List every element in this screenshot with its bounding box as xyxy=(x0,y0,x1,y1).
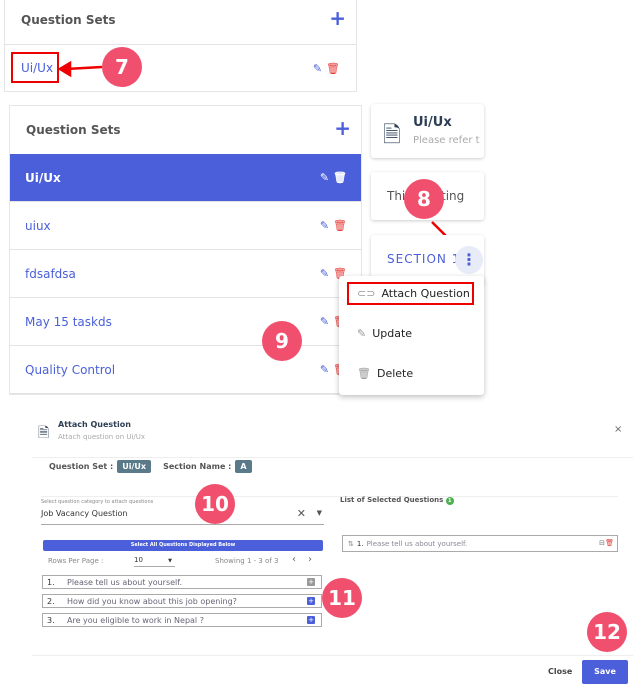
chevron-down-icon[interactable]: ▼ xyxy=(317,509,322,517)
card-subtitle: Please refer t xyxy=(413,135,480,146)
category-select[interactable]: Job Vacancy Question ✕ ▼ xyxy=(41,507,324,525)
question-set-label: Question Set : xyxy=(49,462,114,471)
question-text: Are you eligible to work in Nepal ? xyxy=(67,615,204,625)
question-number: 1. xyxy=(356,539,364,548)
chevron-down-icon: ▼ xyxy=(168,558,172,564)
panel-title: Question Sets xyxy=(26,123,121,137)
count-badge: 1 xyxy=(445,497,454,505)
pagination-status: Showing 1 - 3 of 3 xyxy=(215,557,279,565)
step-badge-7: 7 xyxy=(102,47,142,87)
selected-question-item[interactable]: ⇅ 1. Please tell us about yourself. ⊟ 🗑 xyxy=(342,535,618,552)
section-title: SECTION 1 xyxy=(387,252,461,266)
kebab-menu-icon[interactable]: ⋮ xyxy=(455,246,483,274)
trash-icon[interactable]: 🗑 xyxy=(333,219,347,232)
question-text: Please tell us about yourself. xyxy=(366,539,468,548)
step-badge-12: 12 xyxy=(587,612,627,652)
trash-icon[interactable]: 🗑 xyxy=(333,171,347,184)
set-label: May 15 taskds xyxy=(25,314,112,329)
collapse-icon[interactable]: ⊟ xyxy=(599,539,605,547)
select-all-button[interactable]: Select All Questions Displayed Below xyxy=(43,540,323,551)
drag-handle-icon[interactable]: ⇅ xyxy=(348,540,354,548)
set-label: Quality Control xyxy=(25,362,116,377)
card-text-end: ting xyxy=(441,189,465,203)
edit-icon[interactable]: ✎ xyxy=(320,363,329,376)
document-icon: 🗎 xyxy=(38,425,50,441)
question-item[interactable]: 2. How did you know about this job openin… xyxy=(42,594,322,608)
question-number: 2. xyxy=(47,596,55,606)
plus-icon[interactable]: + xyxy=(307,578,315,586)
add-set-button[interactable]: + xyxy=(334,116,351,140)
step-badge-10: 10 xyxy=(195,484,235,524)
rows-value: 10 xyxy=(134,556,143,564)
rows-per-page-label: Rows Per Page : xyxy=(48,557,104,565)
set-label: fdsafdsa xyxy=(25,266,76,281)
trash-icon[interactable]: 🗑 xyxy=(605,539,614,547)
set-label: uiux xyxy=(25,218,51,233)
edit-icon[interactable]: ✎ xyxy=(320,219,329,232)
next-page-icon[interactable]: › xyxy=(308,554,312,565)
menu-label: Delete xyxy=(376,367,414,380)
edit-icon[interactable]: ✎ xyxy=(320,267,329,280)
question-sets-panel: Question Sets + Ui/Ux ✎ 🗑 uiux ✎ 🗑 fdsafdsa ✎… xyxy=(9,105,362,395)
clear-icon[interactable]: ✕ xyxy=(297,507,306,520)
attach-question-dialog: 🗎 Attach Question Attach question on Ui/… xyxy=(32,410,633,687)
question-number: 3. xyxy=(47,615,55,625)
plus-icon[interactable]: + xyxy=(307,616,315,624)
save-button[interactable]: Save xyxy=(582,660,628,684)
dialog-title: Attach Question xyxy=(58,420,131,429)
document-icon: 🗎 xyxy=(383,123,401,148)
set-label: Ui/Ux xyxy=(25,170,61,185)
category-value: Job Vacancy Question xyxy=(41,509,128,518)
section-name-label: Section Name : xyxy=(163,462,232,471)
step-badge-11: 11 xyxy=(322,578,362,618)
category-label: Select question category to attach quest… xyxy=(41,499,154,505)
section-name-tag: A xyxy=(235,460,252,473)
edit-icon[interactable]: ✎ xyxy=(320,171,329,184)
question-item[interactable]: 3. Are you eligible to work in Nepal ? + xyxy=(42,613,322,627)
dialog-subtitle: Attach question on Ui/Ux xyxy=(58,433,146,441)
question-number: 1. xyxy=(47,577,55,587)
menu-item-delete[interactable]: 🗑 Delete xyxy=(357,367,413,380)
card-title: Ui/Ux xyxy=(413,115,452,130)
pencil-icon: ✎ xyxy=(357,327,367,340)
set-item[interactable]: Ui/Ux ✎ 🗑 xyxy=(10,154,361,202)
step-badge-8: 8 xyxy=(404,179,444,219)
close-button[interactable]: Close xyxy=(548,667,572,676)
question-text: Please tell us about yourself. xyxy=(67,577,183,587)
question-set-tag: Ui/Ux xyxy=(117,460,152,473)
prev-page-icon[interactable]: ‹ xyxy=(292,554,296,565)
set-item[interactable]: uiux ✎ 🗑 xyxy=(10,202,361,250)
set-item[interactable]: fdsafdsa ✎ 🗑 xyxy=(10,250,361,298)
close-icon[interactable]: × xyxy=(614,424,622,435)
set-item[interactable]: May 15 taskds✎🗑 xyxy=(10,298,361,346)
question-item[interactable]: 1. Please tell us about yourself. + xyxy=(42,575,322,589)
set-item[interactable]: Quality Control✎🗑 xyxy=(10,346,361,394)
edit-icon[interactable]: ✎ xyxy=(320,315,329,328)
question-text: How did you know about this job opening? xyxy=(67,596,237,606)
set-info-card: 🗎 Ui/Ux Please refer t xyxy=(371,104,484,158)
selected-title-text: List of Selected Questions xyxy=(340,496,444,504)
menu-label: Update xyxy=(372,327,413,340)
highlight-box xyxy=(347,282,474,305)
step-badge-9: 9 xyxy=(262,321,302,361)
menu-item-update[interactable]: ✎ Update xyxy=(357,327,412,340)
trash-icon: 🗑 xyxy=(357,367,371,380)
plus-icon[interactable]: + xyxy=(307,597,315,605)
selected-questions-title: List of Selected Questions 1 xyxy=(340,496,454,505)
rows-per-page-select[interactable]: 10 ▼ xyxy=(134,556,175,567)
